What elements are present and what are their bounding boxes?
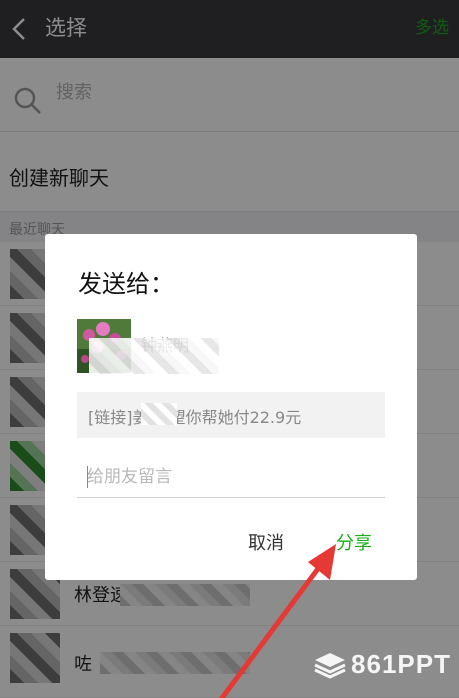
share-button[interactable]: 分享 [323,526,385,558]
send-to-dialog: 发送给： 钟燕明 [链接]姜 希望你帮她付22.9元 取消 分享 [45,234,417,580]
shared-link-text: [链接]姜 希望你帮她付22.9元 [88,408,302,427]
watermark: 861PPT [313,649,451,680]
pixelated-redaction [89,338,219,374]
message-field[interactable] [77,456,385,498]
pixelated-redaction [141,403,177,425]
watermark-text: 861PPT [351,649,451,679]
shared-link-preview: [链接]姜 希望你帮她付22.9元 [77,392,385,438]
cancel-button[interactable]: 取消 [235,526,297,558]
text-cursor [87,466,88,488]
dialog-title: 发送给： [78,270,174,298]
stacked-layers-icon [314,652,346,679]
